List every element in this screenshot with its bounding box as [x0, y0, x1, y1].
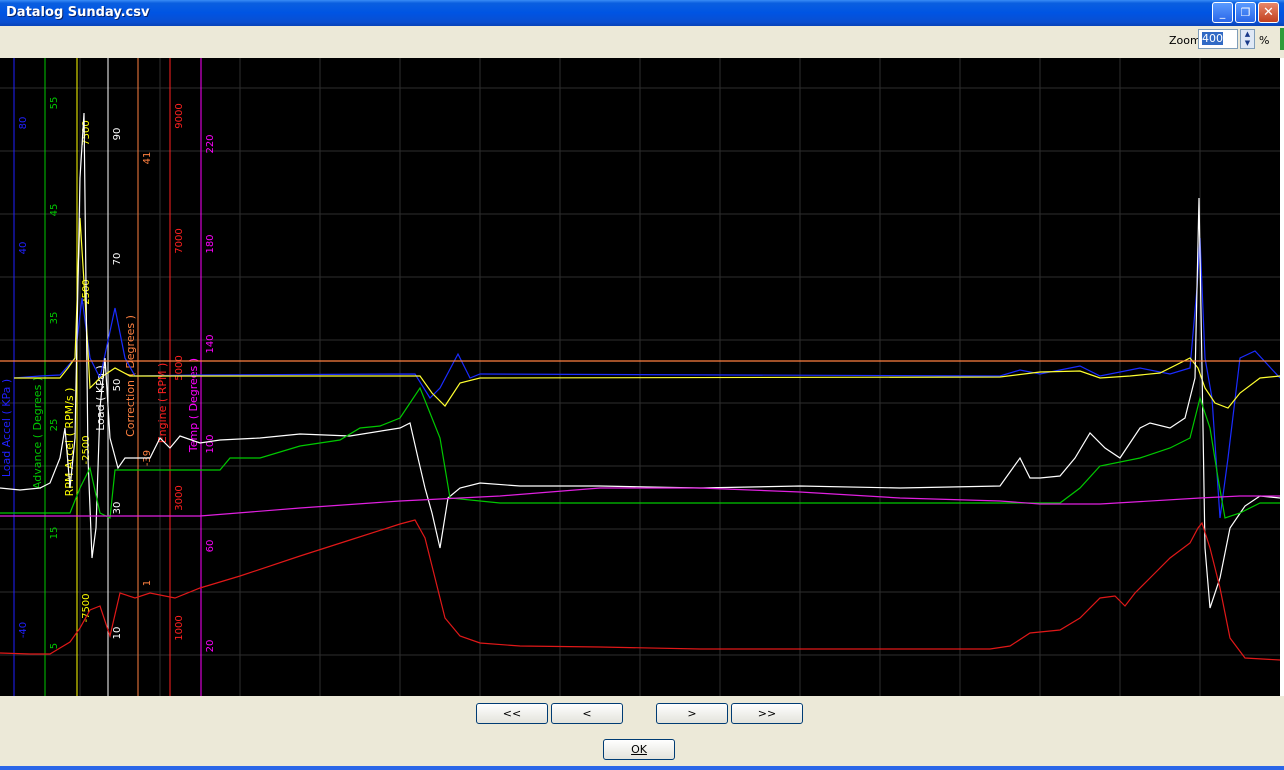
zoom-spinner[interactable]: ▲ ▼ [1240, 29, 1255, 49]
zoom-unit: % [1259, 34, 1270, 47]
title-bar: Datalog Sunday.csv _ ❐ ✕ [0, 0, 1284, 26]
axis-label-load_accel: Load Accel ( KPa ) [0, 379, 13, 477]
axis-tick-label-advance: 25 [49, 419, 60, 432]
axis-tick-label-rpm_accel: -2500 [81, 435, 92, 464]
axis-tick-label-advance: 5 [49, 643, 60, 649]
axis-tick-label-engine: 1000 [174, 615, 185, 640]
axis-tick-label-temp: 100 [205, 434, 216, 453]
last-page-button[interactable]: >> [731, 703, 803, 724]
axis-label-engine: Engine ( RPM ) [156, 363, 169, 444]
axis-tick-label-load_accel: -40 [18, 622, 29, 638]
axis-tick-label-engine: 9000 [174, 103, 185, 128]
ok-button[interactable]: OK [603, 739, 675, 760]
zoom-label: Zoom [1169, 34, 1201, 47]
axis-tick-label-advance: 35 [49, 312, 60, 325]
axis-tick-label-engine: 3000 [174, 485, 185, 510]
datalog-chart[interactable]: Load Accel ( KPa ) 80 40 -40 Advance ( Degre… [0, 58, 1280, 696]
prev-page-button[interactable]: < [551, 703, 623, 724]
axis-tick-label-load: 30 [112, 502, 123, 515]
axis-tick-label-engine: 7000 [174, 228, 185, 253]
chart-plot[interactable]: Load Accel ( KPa ) 80 40 -40 Advance ( Degre… [0, 58, 1280, 696]
restore-button[interactable]: ❐ [1235, 2, 1256, 23]
toolbar: Zoom 400 ▲ ▼ % [0, 26, 1284, 58]
window-bottom-edge [0, 766, 1284, 770]
axis-tick-label-load_accel: 40 [18, 242, 29, 255]
axis-tick-label-load_accel: 80 [18, 117, 29, 130]
window-title: Datalog Sunday.csv [6, 5, 150, 20]
axis-tick-label-temp: 180 [205, 234, 216, 253]
zoom-value: 400 [1202, 32, 1223, 45]
axis-tick-label-load: 50 [112, 379, 123, 392]
axis-tick-label-temp: 140 [205, 334, 216, 353]
spin-up-icon[interactable]: ▲ [1241, 30, 1254, 39]
zoom-input[interactable]: 400 [1198, 29, 1238, 49]
axis-tick-label-correction: 1 [142, 580, 153, 586]
axis-tick-label-rpm_accel: -7500 [81, 593, 92, 622]
minimize-button[interactable]: _ [1212, 2, 1233, 23]
axis-tick-label-correction: 41 [142, 152, 153, 165]
first-page-button[interactable]: << [476, 703, 548, 724]
close-button[interactable]: ✕ [1258, 2, 1279, 23]
axis-tick-label-load: 70 [112, 253, 123, 266]
axis-tick-label-temp: 60 [205, 540, 216, 553]
axis-tick-label-advance: 45 [49, 204, 60, 217]
axis-tick-label-advance: 15 [49, 527, 60, 540]
axis-tick-label-load: 90 [112, 128, 123, 141]
axis-label-advance: Advance ( Degrees ) [31, 377, 44, 489]
axis-tick-label-load: 10 [112, 627, 123, 640]
next-page-button[interactable]: > [656, 703, 728, 724]
axis-tick-label-temp: 220 [205, 134, 216, 153]
chart-edge [1280, 58, 1284, 696]
status-indicator [1280, 28, 1284, 50]
axis-tick-label-temp: 20 [205, 640, 216, 653]
spin-down-icon[interactable]: ▼ [1241, 39, 1254, 48]
trace-rpm-accel [14, 217, 1280, 409]
axis-tick-label-advance: 55 [49, 97, 60, 110]
axis-tick-label-engine: 5000 [174, 355, 185, 380]
